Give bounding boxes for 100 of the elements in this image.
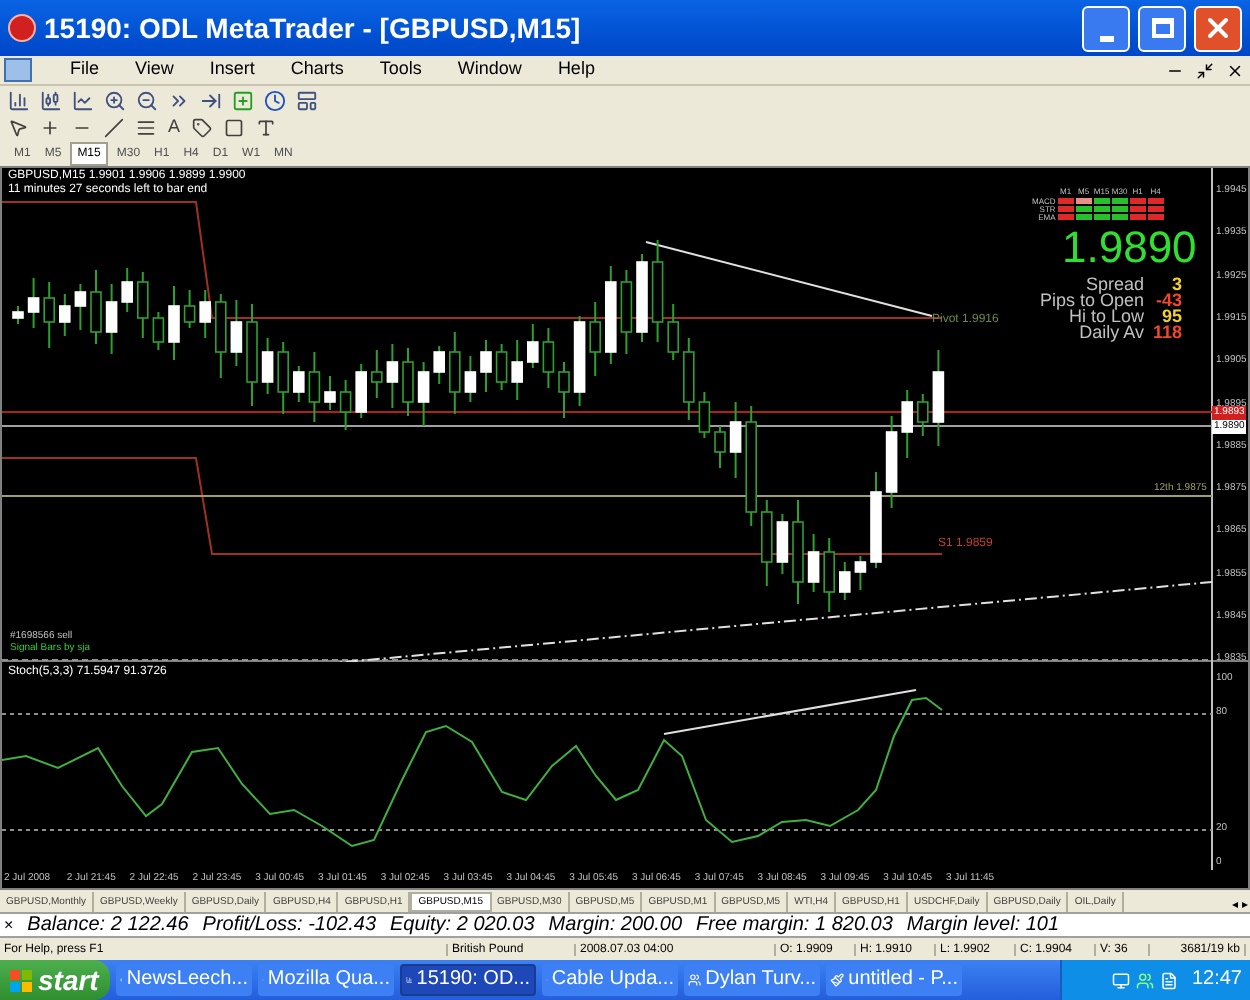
candle	[480, 339, 492, 393]
stat-label: Spread	[1085, 276, 1144, 292]
candle	[105, 283, 118, 355]
candle	[121, 267, 133, 313]
candle	[355, 363, 367, 419]
big-price: 1.9890	[1062, 226, 1197, 270]
close-icon	[1202, 12, 1234, 44]
crosshair-icon[interactable]	[40, 117, 60, 137]
taskbar-item[interactable]: Mozilla Qua...	[258, 964, 394, 996]
template-icon[interactable]	[296, 89, 318, 111]
candle	[495, 343, 508, 391]
candle	[589, 301, 601, 377]
candle	[792, 499, 804, 605]
candle	[573, 315, 586, 407]
candle	[386, 343, 399, 409]
candle	[885, 415, 898, 509]
account-value: Margin: 200.00	[548, 915, 683, 935]
clock-icon[interactable]	[264, 89, 286, 111]
minimize-icon	[1099, 35, 1113, 41]
candle	[511, 339, 523, 401]
candle	[59, 293, 71, 337]
candle	[807, 533, 820, 593]
candle	[527, 323, 539, 369]
taskbar-item[interactable]: NewsLeech...	[116, 964, 252, 996]
messenger-icon	[1135, 971, 1154, 989]
taskbar-item[interactable]: Dylan Turv...	[684, 964, 820, 996]
candle	[901, 389, 913, 459]
candle	[620, 269, 633, 355]
candle	[449, 331, 461, 415]
zoom-out-icon[interactable]	[136, 89, 158, 111]
rectangle-icon[interactable]	[224, 117, 245, 137]
menu-item[interactable]: Window	[439, 56, 540, 84]
stat-label: Pips to Open	[1039, 292, 1144, 308]
maximize-button[interactable]	[1138, 5, 1186, 51]
clock: 12:47	[1191, 970, 1242, 990]
candle	[761, 499, 773, 587]
candle	[558, 361, 570, 419]
candle	[277, 341, 289, 415]
candle	[371, 349, 383, 399]
candle	[776, 513, 789, 575]
cursor-icon[interactable]	[8, 117, 28, 137]
menu-item[interactable]: View	[117, 56, 192, 84]
candle	[12, 305, 24, 325]
maximize-icon	[1151, 18, 1173, 38]
menu-item[interactable]: Insert	[191, 56, 273, 84]
candle	[293, 365, 305, 403]
trendline-icon[interactable]	[104, 117, 124, 137]
channel-icon[interactable]	[136, 117, 156, 137]
stat-value: 118	[1150, 324, 1182, 340]
candle	[90, 269, 102, 345]
zoom-in-icon[interactable]	[104, 89, 126, 111]
candle	[246, 303, 258, 407]
candle	[137, 271, 149, 339]
account-value: Margin level: 101	[906, 915, 1060, 935]
text-tool[interactable]: A	[168, 118, 181, 136]
menu-item[interactable]: Tools	[361, 56, 440, 84]
candle	[168, 285, 180, 361]
candle	[605, 265, 617, 365]
account-value: Profit/Loss: -102.43	[202, 915, 377, 935]
candle	[74, 283, 87, 331]
chart-shift-icon[interactable]	[200, 89, 222, 111]
candle	[230, 299, 243, 367]
taskbar-item[interactable]: untitled - P...	[826, 964, 962, 996]
close-icon[interactable]	[1226, 61, 1244, 79]
candle	[183, 289, 196, 329]
candle	[854, 555, 867, 591]
candle	[698, 391, 711, 439]
menu-item[interactable]: File	[52, 56, 118, 84]
stat-value: -43	[1153, 292, 1182, 308]
close-button[interactable]: ×	[4, 917, 14, 933]
candle	[339, 379, 352, 431]
text-label-icon[interactable]	[256, 117, 277, 137]
stat-value: 3	[1171, 276, 1182, 292]
stat-label: Daily Av	[1079, 324, 1144, 340]
menu-item[interactable]: Help	[539, 56, 613, 84]
minimize-button[interactable]	[1082, 5, 1130, 51]
close-button[interactable]	[1194, 5, 1242, 51]
label-icon[interactable]	[192, 117, 213, 137]
candle	[215, 293, 227, 379]
line-chart-icon[interactable]	[72, 89, 94, 111]
menu-item[interactable]: Charts	[272, 56, 362, 84]
taskbar-item[interactable]: Cable Upda...	[542, 964, 678, 996]
taskbar-item[interactable]: 15190: OD...	[400, 964, 536, 996]
candle	[823, 537, 835, 613]
candle	[433, 345, 445, 385]
candle	[308, 351, 321, 423]
candle	[417, 361, 430, 427]
autoscroll-icon[interactable]	[168, 89, 190, 111]
candlestick-icon[interactable]	[40, 89, 62, 111]
candle	[43, 281, 55, 349]
candle	[152, 311, 165, 351]
candle	[683, 337, 695, 421]
windows-logo-icon	[10, 969, 32, 991]
bar-chart-icon[interactable]	[8, 89, 30, 111]
stat-label: Hi to Low	[1068, 308, 1144, 324]
restore-icon[interactable]	[1196, 61, 1214, 79]
network-icon	[1111, 971, 1130, 989]
candle	[729, 401, 742, 479]
candle	[542, 327, 555, 389]
candle	[917, 393, 929, 437]
